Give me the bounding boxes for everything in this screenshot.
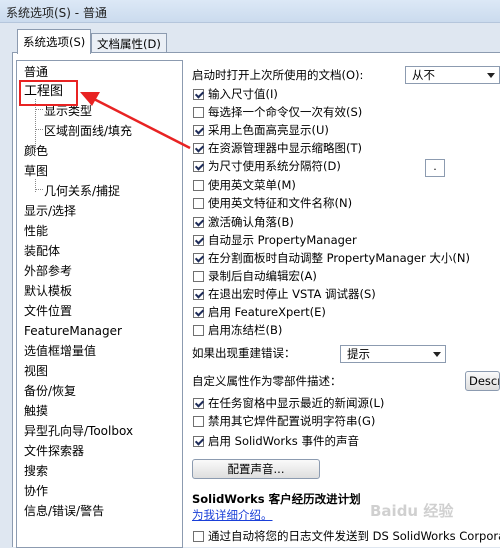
- option-label: 每选择一个命令仅一次有效(S): [208, 105, 363, 119]
- rebuild-error-select[interactable]: 提示: [340, 345, 446, 363]
- chevron-down-icon: [433, 352, 441, 357]
- tree-item-file-explorer[interactable]: 文件探索器: [24, 442, 84, 460]
- tree-connector: [35, 189, 43, 190]
- option-label: 启用冻结栏(B): [208, 323, 283, 337]
- tree-item-assemblies[interactable]: 装配体: [24, 242, 60, 260]
- checkbox[interactable]: [193, 307, 204, 318]
- title-bar: 系统选项(S) - 普通: [0, 0, 500, 23]
- tree-item-file-locations[interactable]: 文件位置: [24, 302, 72, 320]
- option-label: 在任务窗格中显示最近的新闻源(L): [208, 396, 385, 410]
- checkbox[interactable]: [193, 531, 204, 542]
- tree-item-collaboration[interactable]: 协作: [24, 482, 48, 500]
- checkbox[interactable]: [193, 125, 204, 136]
- option-label: 使用英文特征和文件名称(N): [208, 196, 353, 210]
- separator-input[interactable]: .: [425, 159, 445, 177]
- tree-item-backup-recover[interactable]: 备份/恢复: [24, 382, 76, 400]
- rebuild-error-label: 如果出现重建错误：: [192, 346, 296, 360]
- checkbox[interactable]: [193, 89, 204, 100]
- checkbox[interactable]: [193, 198, 204, 209]
- option-label: 录制后自动编辑宏(A): [208, 269, 317, 283]
- tree-item-colors[interactable]: 颜色: [24, 142, 48, 160]
- checkbox[interactable]: [193, 107, 204, 118]
- option-label: 采用上色面高亮显示(U): [208, 123, 329, 137]
- tree-item-external-references[interactable]: 外部参考: [24, 262, 72, 280]
- rebuild-error-value: 提示: [347, 347, 370, 361]
- tab-strip: 系统选项(S) 文档属性(D): [0, 22, 500, 54]
- checkbox[interactable]: [193, 398, 204, 409]
- option-label: 禁用其它焊件配置说明字符串(G): [208, 414, 376, 428]
- tree-item-messages-errors-warnings[interactable]: 信息/错误/警告: [24, 502, 104, 520]
- tab-document-properties[interactable]: 文档属性(D): [91, 33, 167, 54]
- tree-connector: [35, 129, 43, 130]
- checkbox[interactable]: [193, 217, 204, 228]
- option-label: 启用 SolidWorks 事件的声音: [208, 434, 359, 448]
- tree-item-hole-wizard-toolbox[interactable]: 异型孔向导/Toolbox: [24, 422, 133, 440]
- option-label: 使用英文菜单(M): [208, 178, 296, 192]
- tree-item-performance[interactable]: 性能: [24, 222, 48, 240]
- program-title: SolidWorks 客户经历改进计划: [192, 492, 361, 506]
- tree-item-search[interactable]: 搜索: [24, 462, 48, 480]
- checkbox[interactable]: [193, 235, 204, 246]
- tree-connector: [35, 179, 36, 192]
- window-title: 系统选项(S) - 普通: [6, 6, 107, 20]
- startup-select[interactable]: 从不: [405, 66, 500, 84]
- option-label: 自动显示 PropertyManager: [208, 233, 357, 247]
- configure-sounds-button[interactable]: 配置声音...: [192, 459, 320, 479]
- chevron-down-icon: [487, 73, 495, 78]
- tree-item-general[interactable]: 普通: [24, 63, 48, 81]
- checkbox[interactable]: [193, 161, 204, 172]
- startup-label: 启动时打开上次所使用的文档(O):: [192, 68, 364, 82]
- checkbox[interactable]: [193, 416, 204, 427]
- tree-item-relations-snaps[interactable]: 几何关系/捕捉: [44, 182, 120, 200]
- checkbox[interactable]: [193, 271, 204, 282]
- checkbox[interactable]: [193, 253, 204, 264]
- checkbox[interactable]: [193, 289, 204, 300]
- tree-connector: [35, 109, 43, 110]
- checkbox[interactable]: [193, 180, 204, 191]
- checkbox[interactable]: [193, 436, 204, 447]
- checkbox[interactable]: [193, 143, 204, 154]
- options-tree: 普通 工程图 显示类型 区域剖面线/填充 颜色 草图 几何关系/捕捉 显示/选择…: [16, 60, 183, 548]
- tree-item-area-hatch[interactable]: 区域剖面线/填充: [44, 122, 132, 140]
- custom-property-field[interactable]: Descri: [465, 371, 500, 391]
- tree-item-default-templates[interactable]: 默认模板: [24, 282, 72, 300]
- tree-item-featuremanager[interactable]: FeatureManager: [24, 322, 122, 340]
- option-label: 通过自动将您的日志文件发送到 DS SolidWorks Corporat: [208, 529, 500, 543]
- startup-select-value: 从不: [412, 68, 435, 82]
- tree-item-touch[interactable]: 触摸: [24, 402, 48, 420]
- option-label: 在资源管理器中显示缩略图(T): [208, 141, 362, 155]
- tree-item-display-selection[interactable]: 显示/选择: [24, 202, 76, 220]
- option-label: 在退出宏时停止 VSTA 调试器(S): [208, 287, 376, 301]
- watermark: Baidu 经验: [370, 502, 454, 520]
- option-label: 启用 FeatureXpert(E): [208, 305, 326, 319]
- option-label: 为尺寸使用系统分隔符(D): [208, 159, 341, 173]
- highlight-box: [19, 80, 78, 106]
- tree-item-spin-box-increments[interactable]: 选值框增量值: [24, 342, 96, 360]
- tree-item-sketch[interactable]: 草图: [24, 162, 48, 180]
- tree-item-view[interactable]: 视图: [24, 362, 48, 380]
- option-label: 在分割面板时自动调整 PropertyManager 大小(N): [208, 251, 470, 265]
- tab-system-options[interactable]: 系统选项(S): [17, 29, 92, 54]
- option-label: 输入尺寸值(I): [208, 87, 278, 101]
- custom-property-label: 自定义属性作为零部件描述：: [192, 374, 342, 388]
- option-label: 激活确认角落(B): [208, 215, 294, 229]
- learn-more-link[interactable]: 为我详细介绍。: [192, 507, 273, 524]
- checkbox[interactable]: [193, 325, 204, 336]
